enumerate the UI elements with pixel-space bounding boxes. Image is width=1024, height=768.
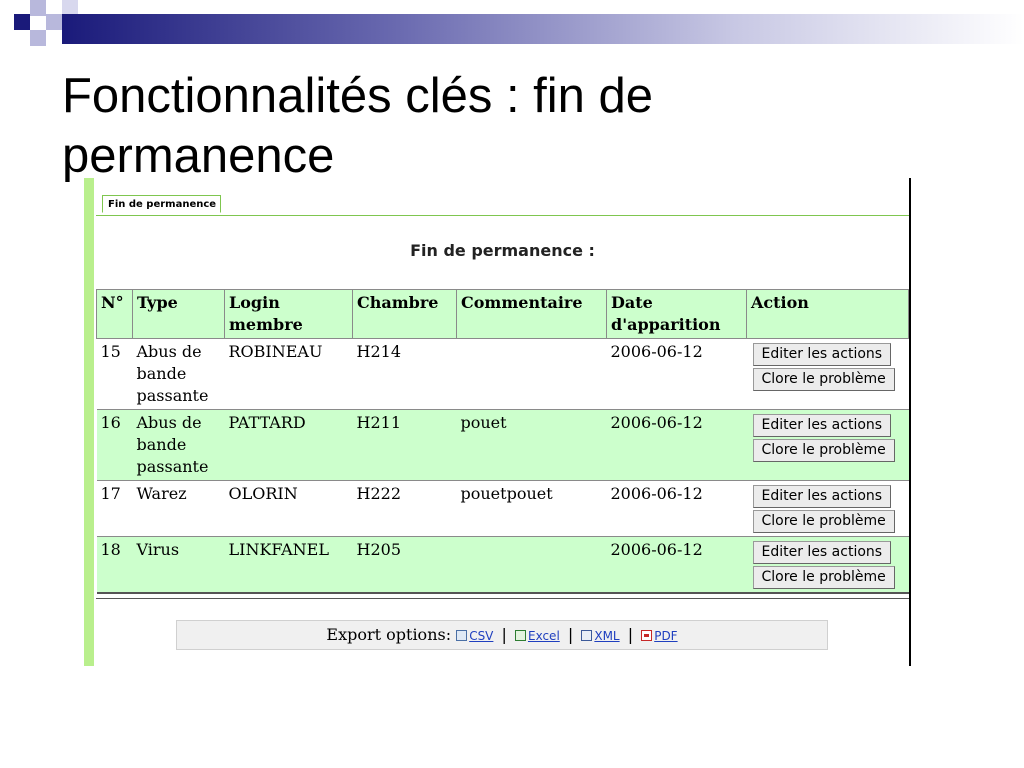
export-options-bar: Export options: CSV | Excel | XML | PDF — [176, 620, 828, 650]
close-problem-button[interactable]: Clore le problème — [752, 566, 895, 589]
close-problem-button[interactable]: Clore le problème — [752, 439, 895, 462]
cell-type: Abus de bande passante — [132, 409, 225, 481]
cell-commentaire — [456, 338, 607, 410]
edit-actions-button[interactable]: Editer les actions — [752, 414, 892, 437]
deco-square — [14, 14, 30, 30]
deco-square — [30, 30, 46, 46]
table-row: 16 Abus de bande passante PATTARD H211 p… — [96, 409, 909, 481]
table-row: 17 Warez OLORIN H222 pouetpouet 2006-06-… — [96, 480, 909, 537]
column-header-action: Action — [746, 289, 909, 339]
edit-actions-button[interactable]: Editer les actions — [752, 343, 892, 366]
column-header-num: N° — [96, 289, 133, 339]
export-csv-link[interactable]: CSV — [469, 629, 493, 643]
cell-login: ROBINEAU — [224, 338, 353, 410]
close-problem-button[interactable]: Clore le problème — [752, 368, 895, 391]
close-problem-button[interactable]: Clore le problème — [752, 510, 895, 533]
separator: | — [501, 625, 507, 644]
problems-table: N° Type Login membre Chambre Commentaire… — [96, 289, 909, 594]
cell-login: PATTARD — [224, 409, 353, 481]
excel-icon — [514, 630, 526, 641]
tab-fin-de-permanence[interactable]: Fin de permanence — [102, 195, 222, 213]
cell-action: Editer les actions Clore le problème — [746, 536, 909, 594]
cell-chambre: H205 — [352, 536, 457, 594]
table-row: 15 Abus de bande passante ROBINEAU H214 … — [96, 338, 909, 410]
pdf-icon — [641, 630, 653, 641]
cell-type: Warez — [132, 480, 225, 537]
column-header-chambre: Chambre — [352, 289, 457, 339]
edit-actions-button[interactable]: Editer les actions — [752, 485, 892, 508]
section-heading: Fin de permanence : — [410, 241, 595, 260]
cell-date: 2006-06-12 — [606, 536, 747, 594]
separator: | — [567, 625, 574, 644]
cell-num: 17 — [96, 480, 133, 537]
cell-type: Abus de bande passante — [132, 338, 225, 410]
cell-date: 2006-06-12 — [606, 338, 747, 410]
cell-commentaire: pouetpouet — [456, 480, 607, 537]
cell-num: 18 — [96, 536, 133, 594]
table-row: 18 Virus LINKFANEL H205 2006-06-12 Edite… — [96, 536, 909, 594]
cell-num: 16 — [96, 409, 133, 481]
export-label: Export options: — [326, 625, 452, 644]
table-header-row: N° Type Login membre Chambre Commentaire… — [96, 289, 909, 339]
cell-action: Editer les actions Clore le problème — [746, 409, 909, 481]
cell-type: Virus — [132, 536, 225, 594]
slide-title: Fonctionnalités clés : fin de permanence — [62, 69, 654, 183]
column-header-date: Date d'apparition — [606, 289, 747, 339]
csv-icon — [456, 630, 468, 641]
app-screenshot: Fin de permanence Fin de permanence : N°… — [84, 178, 914, 666]
cell-login: LINKFANEL — [224, 536, 353, 594]
export-xml-link[interactable]: XML — [594, 629, 619, 643]
edit-actions-button[interactable]: Editer les actions — [752, 541, 892, 564]
left-border — [84, 178, 94, 666]
cell-chambre: H214 — [352, 338, 457, 410]
cell-chambre: H211 — [352, 409, 457, 481]
right-border — [909, 178, 911, 666]
export-excel-link[interactable]: Excel — [528, 629, 560, 643]
cell-commentaire: pouet — [456, 409, 607, 481]
tab-underline — [96, 215, 909, 216]
table-bottom-rule — [96, 598, 909, 599]
cell-action: Editer les actions Clore le problème — [746, 480, 909, 537]
cell-date: 2006-06-12 — [606, 480, 747, 537]
cell-action: Editer les actions Clore le problème — [746, 338, 909, 410]
deco-square — [30, 0, 46, 16]
cell-num: 15 — [96, 338, 133, 410]
column-header-type: Type — [132, 289, 225, 339]
xml-icon — [581, 630, 593, 641]
cell-commentaire — [456, 536, 607, 594]
deco-square — [46, 14, 62, 30]
deco-square — [62, 0, 78, 14]
cell-date: 2006-06-12 — [606, 409, 747, 481]
separator: | — [627, 625, 634, 644]
export-pdf-link[interactable]: PDF — [654, 629, 677, 643]
column-header-login: Login membre — [224, 289, 353, 339]
column-header-commentaire: Commentaire — [456, 289, 607, 339]
cell-chambre: H222 — [352, 480, 457, 537]
cell-login: OLORIN — [224, 480, 353, 537]
title-gradient-bar — [62, 14, 1024, 44]
